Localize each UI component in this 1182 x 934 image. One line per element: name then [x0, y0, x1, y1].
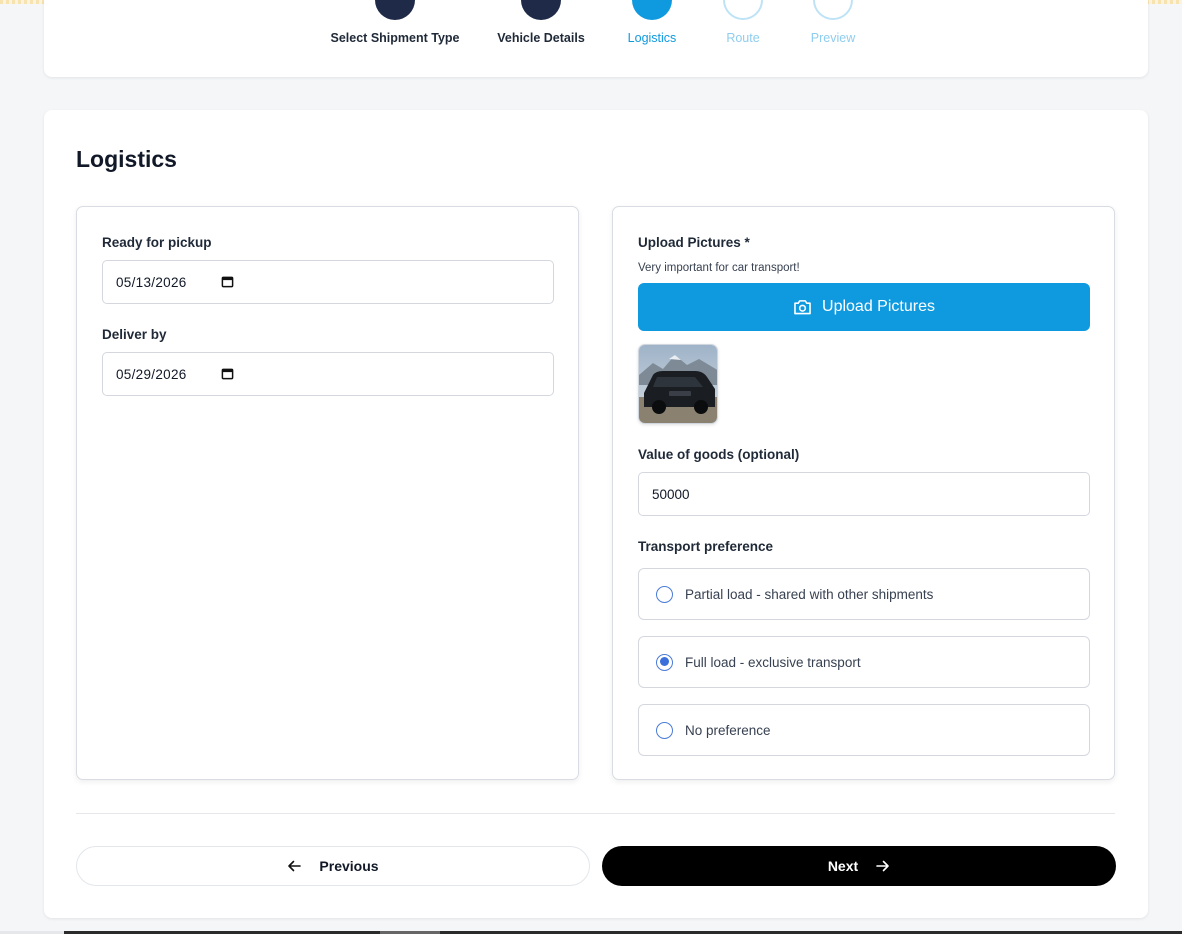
step-circle — [632, 0, 672, 20]
value-of-goods-value: 50000 — [652, 486, 690, 502]
option-label: Full load - exclusive transport — [685, 654, 861, 670]
option-full-load[interactable]: Full load - exclusive transport — [638, 636, 1090, 688]
option-label: Partial load - shared with other shipmen… — [685, 586, 934, 602]
option-partial-load[interactable]: Partial load - shared with other shipmen… — [638, 568, 1090, 620]
option-label: No preference — [685, 722, 771, 738]
radio-button[interactable] — [656, 585, 673, 603]
calendar-icon[interactable] — [221, 275, 234, 288]
page-title: Logistics — [76, 146, 177, 172]
step-circle — [521, 0, 561, 20]
transport-preference-label: Transport preference — [638, 539, 774, 554]
pickup-date-value: 05/13/2026 — [116, 274, 187, 290]
arrow-left-icon — [288, 860, 302, 872]
step-circle — [375, 0, 415, 20]
radio-button[interactable] — [656, 721, 673, 739]
value-of-goods-label: Value of goods (optional) — [638, 447, 800, 462]
step-circle — [723, 0, 763, 20]
upload-hint: Very important for car transport! — [638, 262, 800, 274]
pickup-label: Ready for pickup — [102, 235, 212, 250]
dates-panel: Ready for pickup 05/13/2026 Deliver by 0… — [76, 206, 579, 780]
deliver-date-value: 05/29/2026 — [116, 366, 187, 382]
stepper-card: Select Shipment Type Vehicle Details Log… — [44, 0, 1148, 77]
divider — [76, 813, 1115, 814]
deliver-date-input[interactable]: 05/29/2026 — [102, 352, 554, 396]
pickup-date-input[interactable]: 05/13/2026 — [102, 260, 554, 304]
previous-button[interactable]: Previous — [76, 846, 590, 886]
upload-button-label: Upload Pictures — [822, 298, 935, 315]
upload-pictures-label: Upload Pictures * — [638, 235, 750, 250]
calendar-icon[interactable] — [221, 367, 234, 380]
uploaded-car-thumbnail[interactable] — [638, 344, 718, 424]
arrow-right-icon — [876, 860, 889, 872]
value-of-goods-input[interactable]: 50000 — [638, 472, 1090, 516]
upload-pictures-button[interactable]: Upload Pictures — [638, 283, 1090, 331]
step-label: Select Shipment Type — [330, 31, 460, 45]
option-no-preference[interactable]: No preference — [638, 704, 1090, 756]
step-circle — [813, 0, 853, 20]
camera-icon — [794, 300, 811, 315]
deliver-label: Deliver by — [102, 327, 167, 342]
car-photo — [639, 345, 717, 423]
radio-button-selected[interactable] — [656, 653, 673, 671]
step-label: Preview — [810, 31, 856, 45]
next-button[interactable]: Next — [602, 846, 1116, 886]
logistics-card: Logistics Ready for pickup 05/13/2026 De… — [44, 110, 1148, 918]
previous-label: Previous — [319, 858, 379, 874]
next-label: Next — [827, 858, 859, 874]
details-panel: Upload Pictures * Very important for car… — [612, 206, 1115, 780]
